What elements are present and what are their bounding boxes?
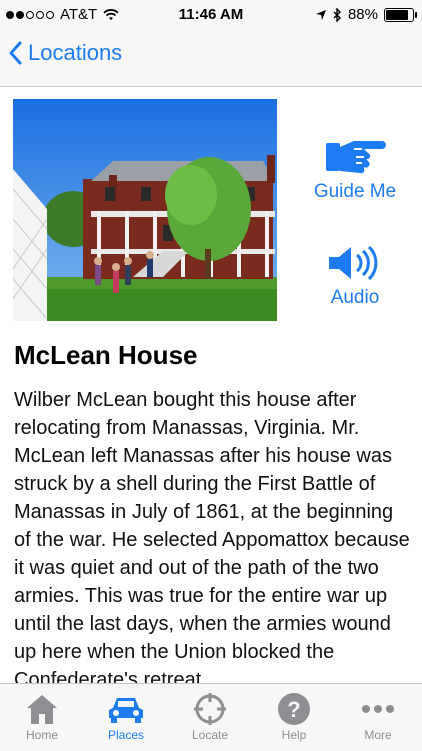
ellipsis-icon: [362, 705, 394, 713]
tab-help-label: Help: [281, 728, 307, 742]
tab-locate[interactable]: Locate: [168, 690, 252, 742]
crosshair-icon: [194, 693, 226, 725]
audio-label: Audio: [330, 287, 380, 308]
chevron-left-icon: [9, 41, 22, 65]
status-right: 88%: [315, 6, 417, 23]
guide-me-label: Guide Me: [313, 181, 397, 202]
tab-home[interactable]: Home: [0, 690, 84, 742]
location-title: McLean House: [14, 340, 198, 370]
pointing-hand-icon: [326, 141, 386, 174]
battery-icon: [384, 7, 417, 22]
tab-home-label: Home: [25, 728, 58, 742]
guide-me-button[interactable]: Guide Me: [310, 135, 400, 203]
svg-text:?: ?: [287, 697, 300, 722]
back-label: Locations: [28, 40, 123, 65]
tab-bar: Home Places Locate ? Help More: [0, 683, 422, 751]
audio-button[interactable]: Audio: [310, 245, 400, 309]
location-arrow-icon: [315, 9, 326, 20]
battery-percent: 88%: [347, 6, 378, 23]
tab-more-label: More: [364, 728, 392, 742]
question-icon: ?: [278, 693, 310, 725]
car-icon: [109, 698, 143, 723]
tab-more[interactable]: More: [336, 690, 420, 742]
navigation-bar: Locations: [0, 30, 422, 87]
location-photo: [13, 99, 277, 321]
tab-help[interactable]: ? Help: [252, 690, 336, 742]
house-icon: [27, 695, 57, 724]
bluetooth-icon: [333, 7, 341, 22]
tab-places[interactable]: Places: [84, 690, 168, 742]
speaker-icon: [329, 245, 378, 281]
status-bar: AT&T 11:46 AM 88%: [0, 0, 422, 30]
back-button[interactable]: Locations: [8, 40, 122, 66]
tab-locate-label: Locate: [191, 728, 229, 742]
tab-places-label: Places: [107, 728, 145, 742]
location-description: Wilber McLean bought this house after re…: [14, 389, 410, 691]
